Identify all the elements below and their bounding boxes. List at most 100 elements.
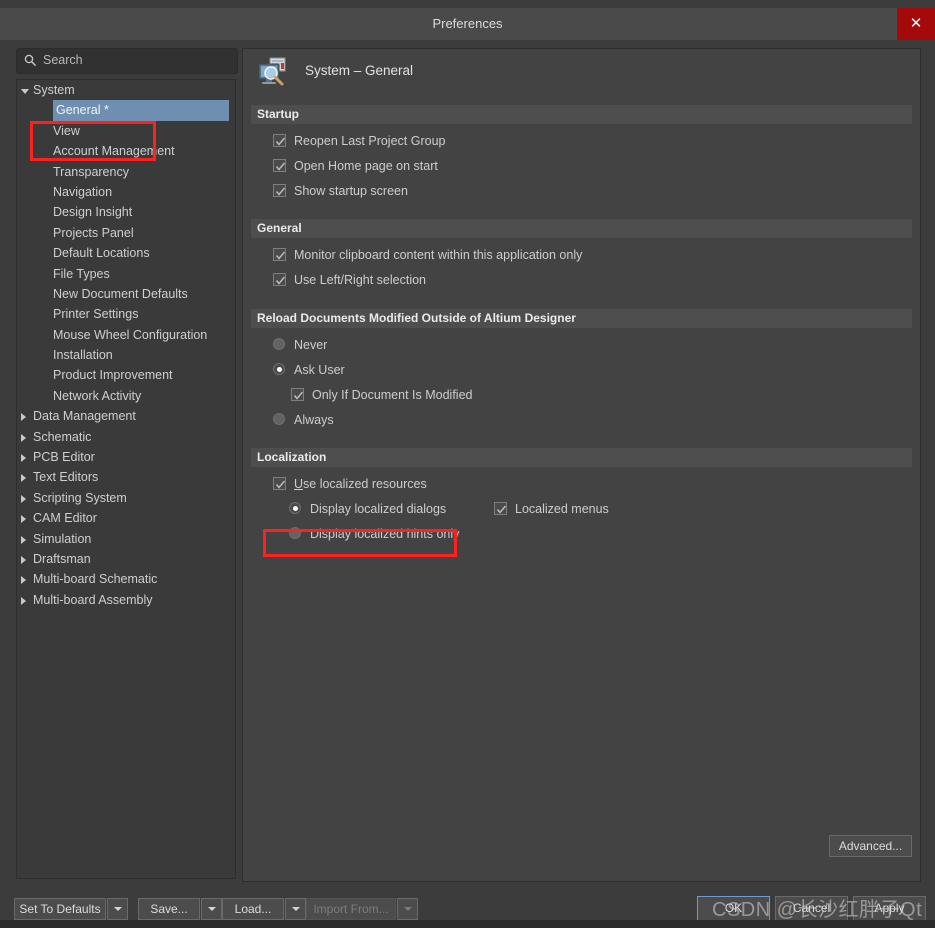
option-label: Display localized dialogs: [310, 502, 447, 516]
page-title: System – General: [305, 63, 414, 78]
option-label: Open Home page on start: [294, 159, 438, 173]
section-startup: Startup Reopen Last Project Group Open Hom…: [251, 105, 912, 198]
search-input[interactable]: Search: [16, 48, 238, 74]
checkbox-box[interactable]: [291, 388, 304, 401]
chevron-right-icon[interactable]: [21, 474, 26, 483]
set-to-defaults-dropdown[interactable]: [107, 898, 128, 920]
save-button[interactable]: Save...: [138, 898, 200, 920]
title-bar: Preferences ✕: [0, 8, 935, 40]
tree-item-projects-panel[interactable]: Projects Panel: [17, 223, 235, 243]
bottom-strip: [0, 920, 935, 928]
tree-item-mouse-wheel-configuration[interactable]: Mouse Wheel Configuration: [17, 325, 235, 345]
tree-item-label: System: [33, 83, 75, 97]
tree-item-new-document-defaults[interactable]: New Document Defaults: [17, 284, 235, 304]
option-label: Never: [294, 338, 328, 352]
checkbox-box[interactable]: [273, 184, 286, 197]
checkbox-box[interactable]: [273, 477, 286, 490]
chevron-right-icon[interactable]: [21, 596, 26, 605]
tree-item-simulation[interactable]: Simulation: [17, 529, 235, 549]
tree-item-navigation[interactable]: Navigation: [17, 182, 235, 202]
check-icon: [275, 187, 286, 196]
section-localization: Localization Use localized resources Displ…: [251, 448, 912, 541]
radio-button[interactable]: [273, 363, 285, 375]
tree-item-label: General *: [56, 103, 109, 118]
tree-item-default-locations[interactable]: Default Locations: [17, 243, 235, 263]
section-header-reload-documents: Reload Documents Modified Outside of Alt…: [251, 309, 912, 328]
tree-item-label: Multi-board Assembly: [33, 592, 153, 607]
chevron-down-icon[interactable]: [21, 89, 29, 94]
left-pane: Search System General * View Account Manage…: [16, 48, 238, 880]
preferences-tree[interactable]: System General * View Account Management Tra…: [16, 79, 236, 879]
tree-item-label: New Document Defaults: [53, 286, 188, 301]
chevron-right-icon[interactable]: [21, 494, 26, 503]
tree-item-label: Mouse Wheel Configuration: [53, 327, 208, 342]
option-label: Ask User: [294, 363, 345, 377]
tree-item-label: Text Editors: [33, 470, 99, 485]
apply-button[interactable]: Apply: [853, 896, 926, 921]
chevron-right-icon[interactable]: [21, 576, 26, 585]
tree-item-text-editors[interactable]: Text Editors: [17, 467, 235, 487]
radio-button[interactable]: [289, 502, 301, 514]
tree-item-pcb-editor[interactable]: PCB Editor: [17, 447, 235, 467]
chevron-right-icon[interactable]: [21, 535, 26, 544]
tree-item-draftsman[interactable]: Draftsman: [17, 549, 235, 569]
checkbox-box[interactable]: [273, 159, 286, 172]
radio-button[interactable]: [273, 338, 285, 350]
tree-item-file-types[interactable]: File Types: [17, 264, 235, 284]
chevron-right-icon[interactable]: [21, 454, 26, 463]
tree-item-network-activity[interactable]: Network Activity: [17, 386, 235, 406]
cancel-button[interactable]: Cancel: [775, 896, 848, 921]
tree-item-label: Network Activity: [53, 388, 142, 403]
tree-item-cam-editor[interactable]: CAM Editor: [17, 508, 235, 528]
tree-item-account-management[interactable]: Account Management: [17, 141, 235, 161]
tree-item-product-improvement[interactable]: Product Improvement: [17, 365, 235, 385]
radio-button[interactable]: [289, 527, 301, 539]
check-icon: [275, 162, 286, 171]
tree-item-design-insight[interactable]: Design Insight: [17, 202, 235, 222]
load-button[interactable]: Load...: [222, 898, 284, 920]
system-monitor-magnifier-icon: [258, 57, 286, 86]
tree-item-label: Scripting System: [33, 490, 127, 505]
tree-item-scripting-system[interactable]: Scripting System: [17, 488, 235, 508]
tree-item-label: CAM Editor: [33, 511, 97, 526]
tree-item-view[interactable]: View: [17, 121, 235, 141]
right-pane: System – General Startup Reopen Last Proj…: [242, 48, 921, 882]
load-dropdown[interactable]: [285, 898, 306, 920]
save-dropdown[interactable]: [201, 898, 222, 920]
close-icon[interactable]: ✕: [897, 8, 935, 40]
option-label: Display localized hints only: [310, 527, 460, 541]
checkbox-box[interactable]: [273, 134, 286, 147]
tree-item-transparency[interactable]: Transparency: [17, 162, 235, 182]
check-icon: [275, 251, 286, 260]
checkbox-box[interactable]: [494, 502, 507, 515]
tree-item-label: Design Insight: [53, 205, 133, 220]
tree-item-schematic[interactable]: Schematic: [17, 427, 235, 447]
tree-item-data-management[interactable]: Data Management: [17, 406, 235, 426]
import-from-button[interactable]: Import From...: [306, 898, 396, 920]
tree-item-installation[interactable]: Installation: [17, 345, 235, 365]
chevron-right-icon[interactable]: [21, 433, 26, 442]
tree-item-system[interactable]: System: [17, 80, 235, 100]
tree-item-label: Transparency: [53, 164, 129, 179]
tree-item-label: Installation: [53, 348, 113, 363]
tree-item-multi-board-schematic[interactable]: Multi-board Schematic: [17, 569, 235, 589]
check-icon: [293, 391, 304, 400]
tree-item-printer-settings[interactable]: Printer Settings: [17, 304, 235, 324]
advanced-button[interactable]: Advanced...: [829, 835, 912, 857]
chevron-right-icon[interactable]: [21, 555, 26, 564]
chevron-right-icon[interactable]: [21, 515, 26, 524]
checkbox-box[interactable]: [273, 248, 286, 261]
ok-button[interactable]: OK: [697, 896, 770, 921]
tree-item-label: Schematic: [33, 429, 92, 444]
tree-item-general[interactable]: General *: [53, 100, 229, 121]
section-header-startup: Startup: [251, 105, 912, 124]
check-icon: [275, 137, 286, 146]
tree-item-multi-board-assembly[interactable]: Multi-board Assembly: [17, 590, 235, 610]
section-header-localization: Localization: [251, 448, 912, 467]
dialog-body: Search System General * View Account Manage…: [0, 40, 935, 888]
radio-button[interactable]: [273, 413, 285, 425]
chevron-right-icon[interactable]: [21, 413, 26, 422]
import-from-dropdown[interactable]: [397, 898, 418, 920]
checkbox-box[interactable]: [273, 273, 286, 286]
set-to-defaults-button[interactable]: Set To Defaults: [14, 898, 106, 920]
